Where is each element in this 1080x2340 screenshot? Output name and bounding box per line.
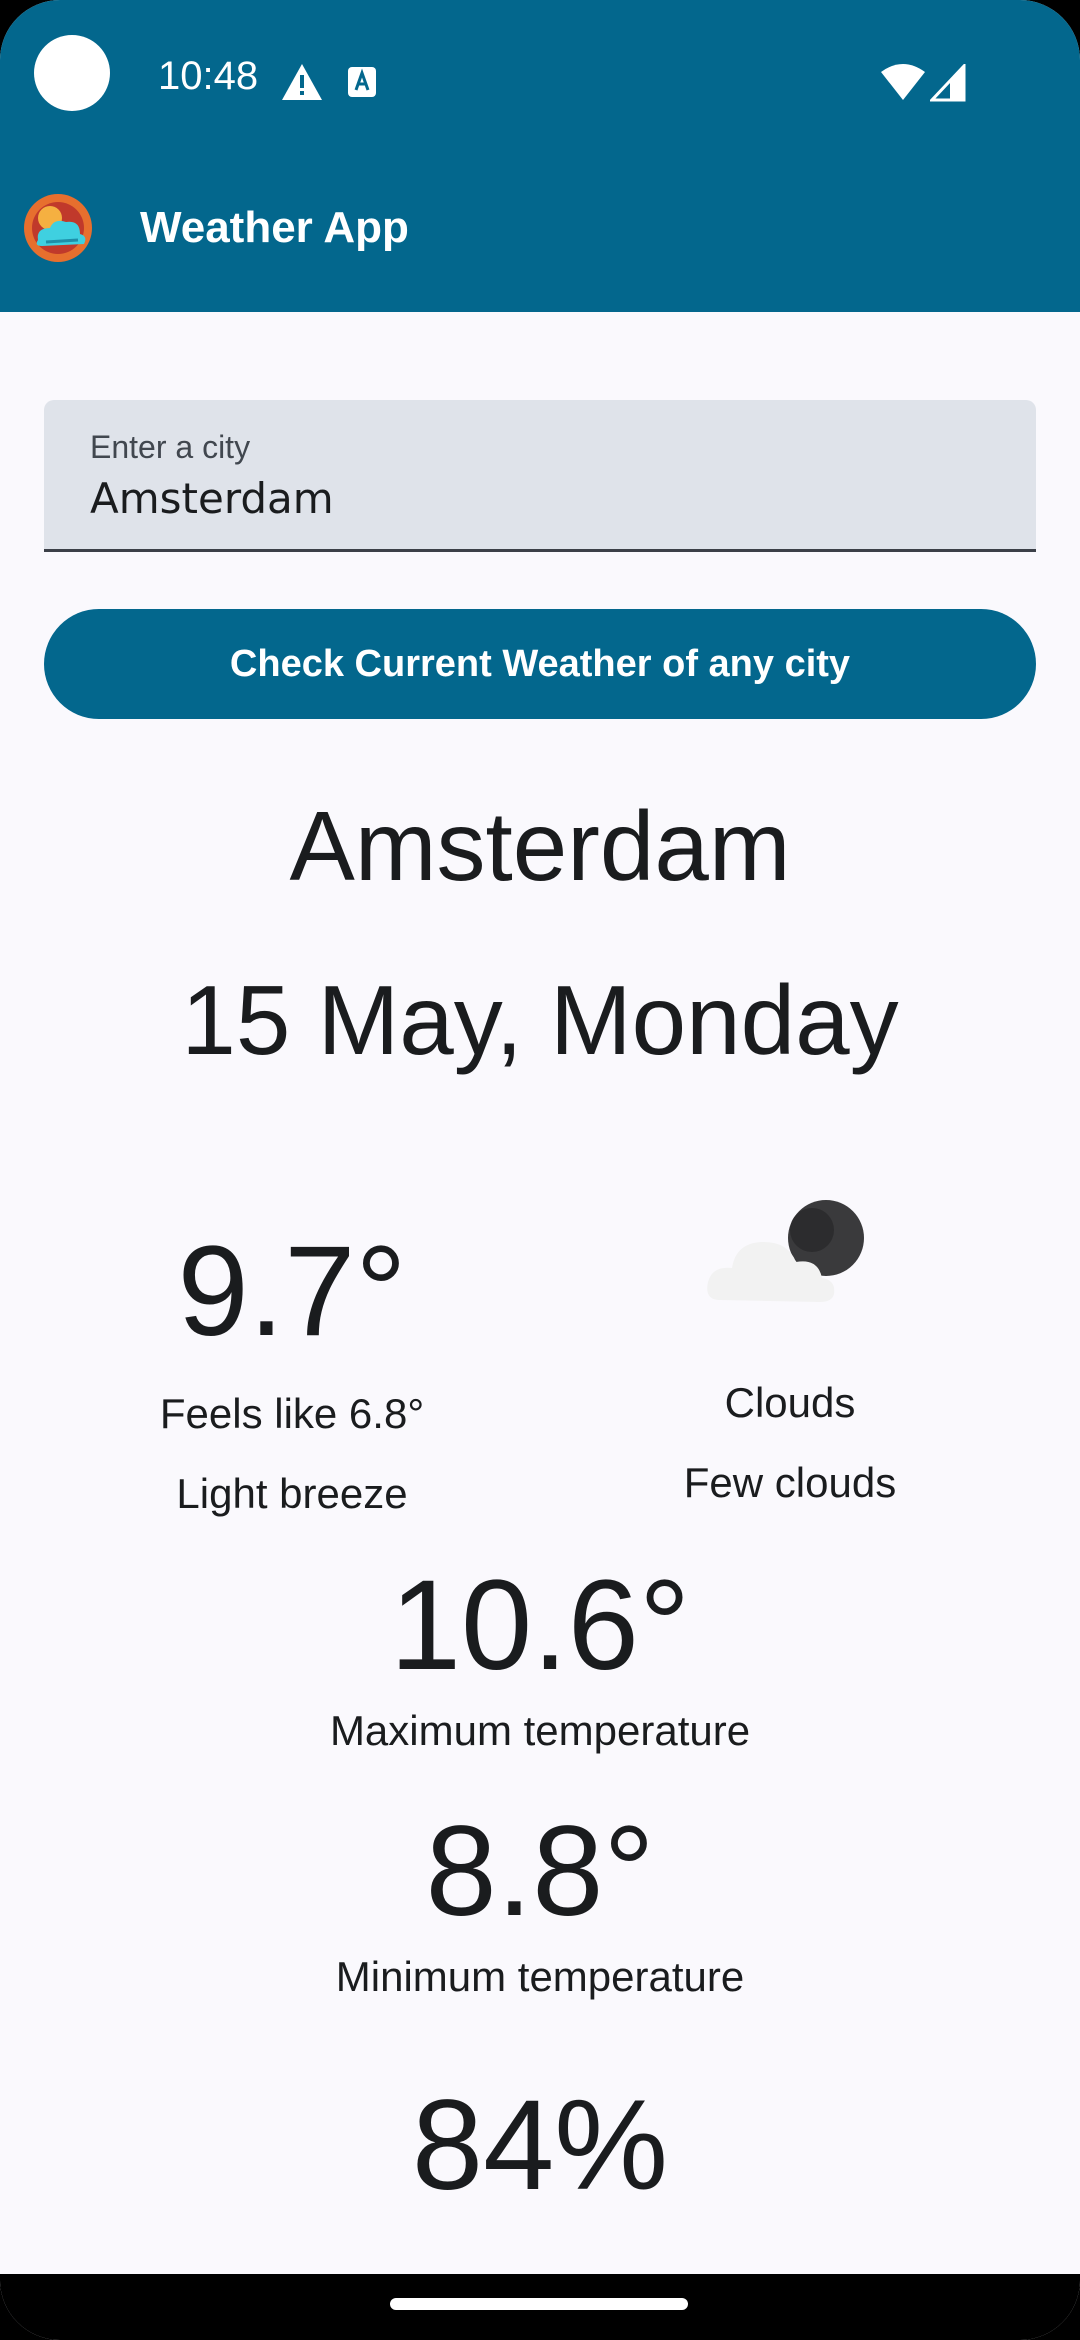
a-badge-icon	[348, 67, 376, 97]
date-heading: 15 May, Monday	[181, 965, 899, 1075]
home-indicator[interactable]	[390, 2298, 688, 2310]
humidity-value: 84%	[411, 2074, 669, 2217]
max-temperature-label: Maximum temperature	[329, 1707, 751, 1754]
city-text-field[interactable]: Enter a city	[44, 400, 1036, 552]
min-temperature: 8.8°	[425, 1800, 655, 1943]
current-conditions: 9.7° Feels like 6.8° Light breeze	[92, 1220, 492, 1520]
status-bar: 10:48	[0, 0, 1080, 168]
cloud-moon-icon	[707, 1200, 864, 1302]
camera-cutout	[34, 35, 110, 111]
city-input[interactable]	[90, 470, 990, 526]
status-time: 10:48	[158, 54, 259, 98]
wifi-icon	[881, 64, 925, 100]
app-title: Weather App	[140, 203, 409, 252]
condition-description: Few clouds	[683, 1459, 897, 1507]
current-temperature: 9.7°	[177, 1220, 407, 1363]
app-bar: Weather App	[0, 168, 1080, 312]
check-weather-button[interactable]: Check Current Weather of any city	[44, 609, 1036, 719]
wind-description: Light breeze	[176, 1470, 408, 1518]
feels-like-text: Feels like 6.8°	[159, 1389, 425, 1437]
weather-logo-icon	[24, 194, 92, 262]
city-name-heading: Amsterdam	[289, 791, 791, 901]
signal-icon	[930, 64, 966, 102]
condition-summary: Clouds Few clouds	[590, 1378, 990, 1509]
city-field-label: Enter a city	[90, 429, 251, 465]
warning-icon	[282, 64, 322, 100]
min-temperature-label: Minimum temperature	[335, 1953, 745, 2000]
device-screen: 10:48 Weather App Enter a city Amsterdam…	[0, 0, 1080, 2340]
condition-main-text: Clouds	[724, 1379, 856, 1426]
max-temperature: 10.6°	[389, 1554, 691, 1697]
